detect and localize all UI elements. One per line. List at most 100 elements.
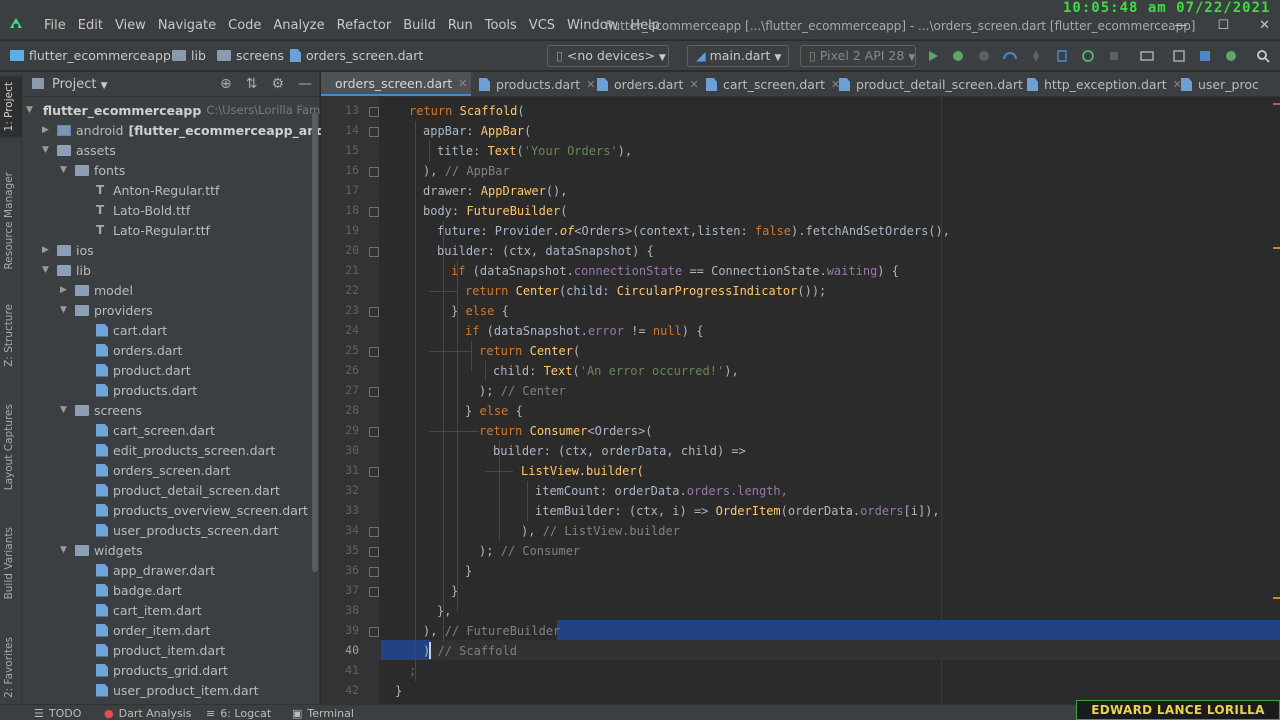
menu-navigate[interactable]: Navigate xyxy=(152,18,222,33)
tree-item-font-file[interactable]: T Lato-Bold.ttf xyxy=(96,200,190,220)
profile-icon[interactable] xyxy=(1003,49,1017,63)
gear-icon[interactable]: ⚙ xyxy=(271,76,284,92)
tree-item-font-file[interactable]: T Anton-Regular.ttf xyxy=(96,180,219,200)
tree-item-dart-file[interactable]: user_products_screen.dart xyxy=(96,520,279,540)
fold-marker-icon[interactable] xyxy=(369,207,379,217)
tree-item-dart-file[interactable]: order_item.dart xyxy=(96,620,210,640)
avd-manager-icon[interactable] xyxy=(1140,49,1154,63)
emulator-icon[interactable] xyxy=(1224,49,1238,63)
menu-file[interactable]: File xyxy=(38,18,72,33)
fold-marker-icon[interactable] xyxy=(369,567,379,577)
tree-item-dart-file[interactable]: orders.dart xyxy=(96,340,182,360)
project-scrollbar[interactable] xyxy=(312,112,318,572)
menu-vcs[interactable]: VCS xyxy=(523,18,561,33)
menu-view[interactable]: View xyxy=(109,18,152,33)
attach-icon[interactable] xyxy=(977,49,991,63)
close-window-button[interactable]: ✕ xyxy=(1259,18,1270,33)
fold-marker-icon[interactable] xyxy=(369,347,379,357)
fold-marker-icon[interactable] xyxy=(369,527,379,537)
tree-item-screens[interactable]: ▼ screens xyxy=(60,400,142,420)
collapse-all-icon[interactable]: ⇅ xyxy=(246,76,258,92)
menu-run[interactable]: Run xyxy=(442,18,479,33)
tree-item-dart-file[interactable]: cart.dart xyxy=(96,320,167,340)
tab-products[interactable]: products.dart ✕ xyxy=(471,72,603,96)
search-icon[interactable] xyxy=(1256,49,1270,63)
tree-item-dart-file[interactable]: orders_screen.dart xyxy=(96,460,230,480)
tree-item-assets[interactable]: ▼ assets xyxy=(42,140,116,160)
fold-marker-icon[interactable] xyxy=(369,387,379,397)
tool-window-layout-captures[interactable]: Layout Captures xyxy=(3,404,15,490)
tree-item-dart-file[interactable]: edit_products_screen.dart xyxy=(96,440,275,460)
tree-item-dart-file[interactable]: product_item.dart xyxy=(96,640,225,660)
tab-cart-screen[interactable]: cart_screen.dart ✕ xyxy=(698,72,848,96)
breadcrumb-file[interactable]: orders_screen.dart xyxy=(290,48,423,63)
fold-marker-icon[interactable] xyxy=(369,427,379,437)
tree-item-font-file[interactable]: T Lato-Regular.ttf xyxy=(96,220,210,240)
tool-window-todo[interactable]: ☰ TODO xyxy=(34,707,81,720)
minimize-button[interactable]: — xyxy=(1174,18,1187,33)
tree-item-lib[interactable]: ▼ lib xyxy=(42,260,91,280)
tree-item-dart-file[interactable]: products.dart xyxy=(96,380,197,400)
tree-item-widgets[interactable]: ▼ widgets xyxy=(60,540,143,560)
fold-marker-icon[interactable] xyxy=(369,467,379,477)
project-view-selector[interactable]: Project ▼ xyxy=(52,77,108,92)
hide-icon[interactable]: — xyxy=(298,76,312,92)
tree-item-dart-file[interactable]: user_product_item.dart xyxy=(96,680,259,700)
close-icon[interactable]: ✕ xyxy=(458,77,467,90)
locate-icon[interactable]: ⊕ xyxy=(220,76,232,92)
sync-icon[interactable] xyxy=(1081,49,1095,63)
flutter-hot-reload-icon[interactable] xyxy=(1029,49,1043,63)
tool-window-dart-analysis[interactable]: ● Dart Analysis xyxy=(104,707,191,720)
tree-item-dart-file[interactable]: badge.dart xyxy=(96,580,182,600)
tree-item-dart-file[interactable]: app_drawer.dart xyxy=(96,560,215,580)
error-stripe-marker[interactable] xyxy=(1273,103,1280,105)
tree-item-ios[interactable]: ▶ ios xyxy=(42,240,94,260)
fold-marker-icon[interactable] xyxy=(369,107,379,117)
fold-marker-icon[interactable] xyxy=(369,307,379,317)
fold-marker-icon[interactable] xyxy=(369,547,379,557)
tree-item-model[interactable]: ▶ model xyxy=(60,280,133,300)
warning-stripe-marker[interactable] xyxy=(1273,597,1280,599)
menu-edit[interactable]: Edit xyxy=(72,18,109,33)
tool-window-project[interactable]: 1: Project xyxy=(0,76,22,138)
sdk-manager-icon[interactable] xyxy=(1172,49,1186,63)
tree-item-dart-file[interactable]: cart_item.dart xyxy=(96,600,202,620)
tab-http-exception[interactable]: http_exception.dart ✕ xyxy=(1019,72,1190,96)
apply-changes-icon[interactable] xyxy=(1055,49,1069,63)
tab-orders-screen[interactable]: orders_screen.dart ✕ xyxy=(321,72,471,96)
maximize-button[interactable]: ☐ xyxy=(1217,18,1229,33)
tree-item-dart-file[interactable]: products_overview_screen.dart xyxy=(96,500,308,520)
menu-build[interactable]: Build xyxy=(397,18,442,33)
tree-item-dart-file[interactable]: product.dart xyxy=(96,360,191,380)
tool-window-resource-manager[interactable]: Resource Manager xyxy=(3,172,15,270)
tree-item-dart-file[interactable]: cart_screen.dart xyxy=(96,420,215,440)
menu-code[interactable]: Code xyxy=(222,18,267,33)
warning-stripe-marker[interactable] xyxy=(1273,247,1280,249)
layout-inspector-icon[interactable] xyxy=(1198,49,1212,63)
breadcrumb-lib[interactable]: lib xyxy=(172,48,206,63)
menu-tools[interactable]: Tools xyxy=(479,18,523,33)
fold-marker-icon[interactable] xyxy=(369,587,379,597)
emulator-selector[interactable]: ▯ Pixel 2 API 28 ▼ xyxy=(800,45,916,67)
fold-marker-icon[interactable] xyxy=(369,247,379,257)
tree-item-providers[interactable]: ▼ providers xyxy=(60,300,153,320)
run-icon[interactable] xyxy=(926,49,940,63)
tool-window-favorites[interactable]: 2: Favorites xyxy=(3,637,15,698)
tool-window-structure[interactable]: Z: Structure xyxy=(3,304,15,367)
tool-window-terminal[interactable]: ▣ Terminal xyxy=(292,707,354,720)
debug-icon[interactable] xyxy=(951,49,965,63)
tree-root[interactable]: ▼ flutter_ecommerceapp C:\Users\Lorilla … xyxy=(26,100,333,120)
tree-item-fonts[interactable]: ▼ fonts xyxy=(60,160,125,180)
tree-item-dart-file[interactable]: products_grid.dart xyxy=(96,660,228,680)
device-selector[interactable]: ▯ <no devices> ▼ xyxy=(547,45,669,67)
tree-item-dart-file[interactable]: product_detail_screen.dart xyxy=(96,480,280,500)
editor-scrollbar[interactable] xyxy=(1273,97,1280,704)
tool-window-logcat[interactable]: ≡ 6: Logcat xyxy=(206,707,271,720)
tab-product-detail-screen[interactable]: product_detail_screen.dart ✕ xyxy=(831,72,1046,96)
fold-marker-icon[interactable] xyxy=(369,627,379,637)
menu-refactor[interactable]: Refactor xyxy=(331,18,398,33)
breadcrumb-screens[interactable]: screens xyxy=(217,48,284,63)
tab-orders[interactable]: orders.dart ✕ xyxy=(589,72,707,96)
stop-icon[interactable] xyxy=(1107,49,1121,63)
tab-user-products[interactable]: user_proc xyxy=(1173,72,1267,96)
